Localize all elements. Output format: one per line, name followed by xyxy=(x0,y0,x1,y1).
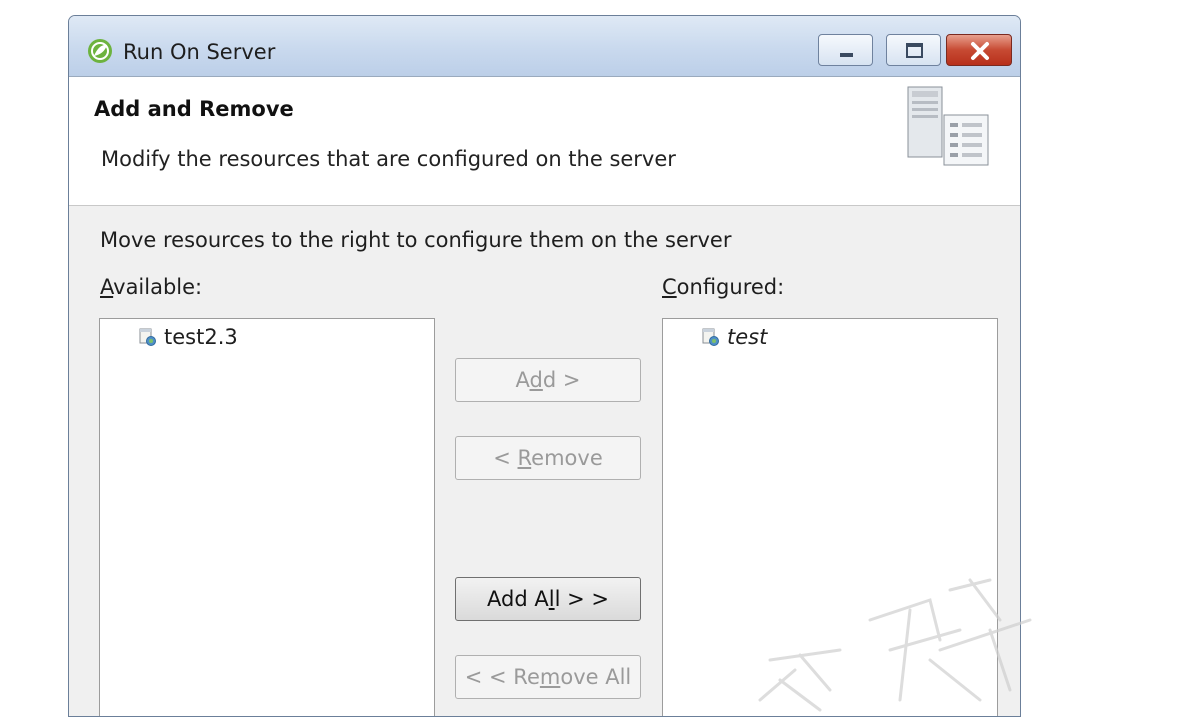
run-on-server-dialog: Run On Server Add and Remove Modify the … xyxy=(68,15,1021,717)
page-description: Modify the resources that are configured… xyxy=(101,147,676,171)
item-label: test xyxy=(727,325,768,349)
configured-list[interactable]: test xyxy=(662,318,998,716)
web-project-icon xyxy=(702,328,719,346)
maximize-button[interactable] xyxy=(886,34,941,66)
wizard-header: Add and Remove Modify the resources that… xyxy=(69,77,1020,206)
window-title: Run On Server xyxy=(123,40,276,64)
configured-label: Configured: xyxy=(662,275,785,299)
minimize-icon xyxy=(840,53,853,57)
web-project-icon xyxy=(139,328,156,346)
page-title: Add and Remove xyxy=(94,97,294,121)
remove-all-button[interactable]: < < Remove All xyxy=(455,655,641,699)
remove-button[interactable]: < Remove xyxy=(455,436,641,480)
add-button[interactable]: Add > xyxy=(455,358,641,402)
minimize-button[interactable] xyxy=(818,34,873,66)
server-icon xyxy=(907,86,989,166)
item-label: test2.3 xyxy=(164,325,238,349)
maximize-icon xyxy=(906,43,923,58)
spring-leaf-icon xyxy=(88,39,112,63)
title-bar[interactable]: Run On Server xyxy=(69,16,1020,77)
list-item[interactable]: test xyxy=(701,325,767,349)
add-all-button[interactable]: Add All > > xyxy=(455,577,641,621)
instruction-text: Move resources to the right to configure… xyxy=(100,228,732,252)
close-button[interactable] xyxy=(946,34,1012,66)
list-item[interactable]: test2.3 xyxy=(138,325,238,349)
close-icon xyxy=(971,42,989,60)
available-list[interactable]: test2.3 xyxy=(99,318,435,716)
available-label: Available: xyxy=(100,275,203,299)
